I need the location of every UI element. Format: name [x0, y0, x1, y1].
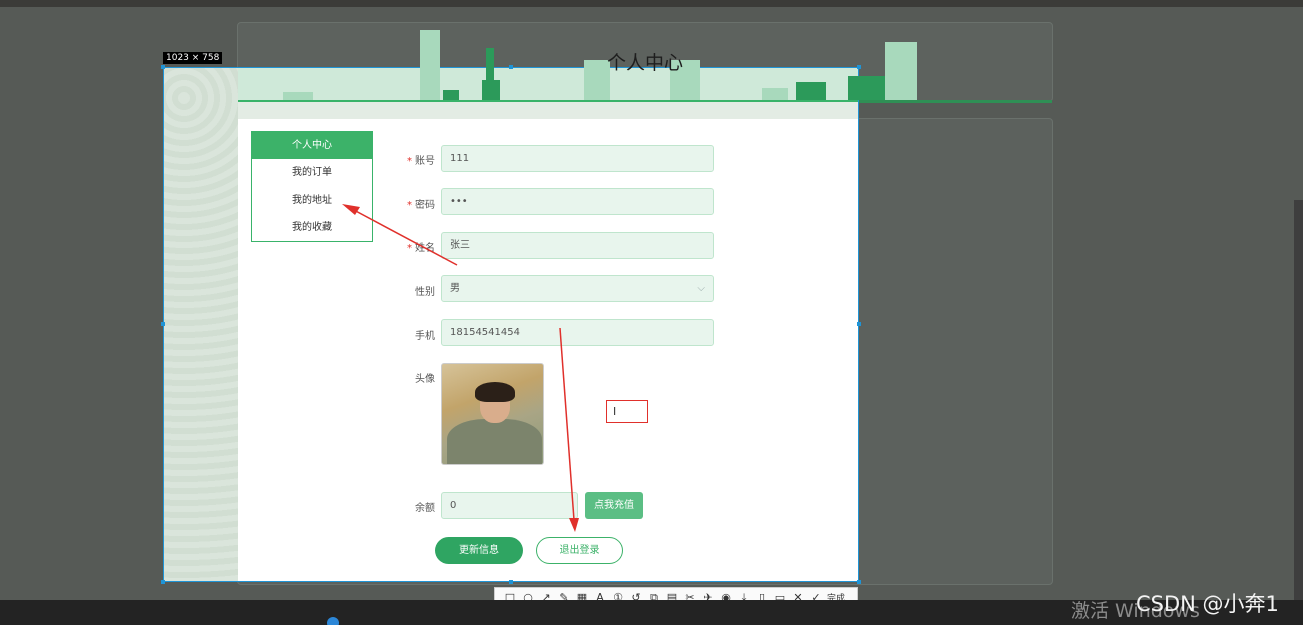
arrow-to-address: [351, 208, 458, 266]
annotation-arrows: [342, 204, 579, 532]
arrow-to-logout: [559, 327, 575, 521]
taskbar-app-icon[interactable]: [327, 617, 339, 625]
csdn-watermark: CSDN @小奔1: [1136, 592, 1279, 616]
scrollbar[interactable]: [1294, 200, 1303, 600]
